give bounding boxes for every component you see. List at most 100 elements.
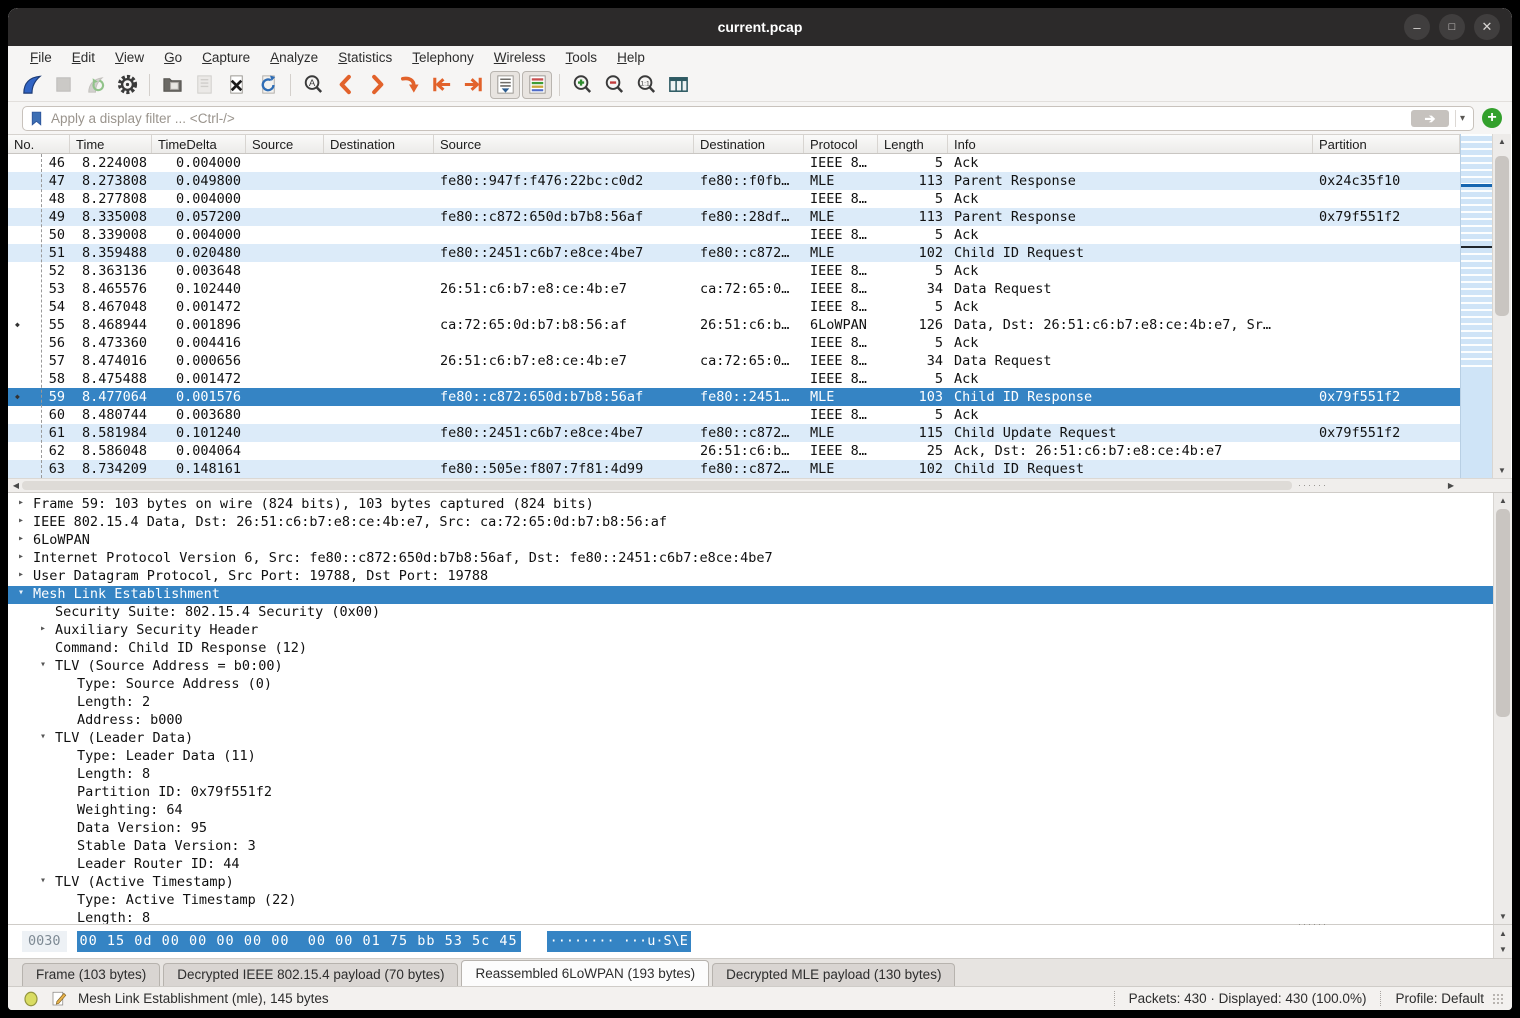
packet-row[interactable]: 538.4655760.10244026:51:c6:b7:e8:ce:4b:e… (8, 280, 1460, 298)
find-packet-icon[interactable]: A (298, 71, 328, 99)
detail-line[interactable]: Type: Source Address (0) (8, 676, 1493, 694)
scrollbar-thumb[interactable] (1495, 156, 1509, 316)
detail-line[interactable]: ▸User Datagram Protocol, Src Port: 19788… (8, 568, 1493, 586)
menu-tools[interactable]: Tools (556, 49, 608, 66)
packet-row[interactable]: 508.3390080.004000IEEE 8…5Ack (8, 226, 1460, 244)
column-header-timedelta-2[interactable]: TimeDelta (152, 135, 246, 153)
column-header-protocol-7[interactable]: Protocol (804, 135, 878, 153)
detail-line[interactable]: ▸6LoWPAN (8, 532, 1493, 550)
go-forward-icon[interactable] (362, 71, 392, 99)
minimize-icon[interactable]: – (1404, 14, 1430, 40)
detail-scrollbar[interactable]: ▲ ▼ (1493, 493, 1512, 924)
detail-line[interactable]: ▸IEEE 802.15.4 Data, Dst: 26:51:c6:b7:e8… (8, 514, 1493, 532)
scroll-up-icon[interactable]: ▲ (1494, 496, 1512, 505)
detail-line[interactable]: Length: 8 (8, 766, 1493, 784)
detail-line[interactable]: ▸Auxiliary Security Header (8, 622, 1493, 640)
bytes-tab-1[interactable]: Decrypted IEEE 802.15.4 payload (70 byte… (163, 963, 458, 986)
file-open-icon[interactable] (157, 71, 187, 99)
display-filter-box[interactable]: ➔ ▾ (22, 106, 1474, 131)
detail-line[interactable]: Weighting: 64 (8, 802, 1493, 820)
detail-line[interactable]: Type: Leader Data (11) (8, 748, 1493, 766)
column-header-info-9[interactable]: Info (948, 135, 1313, 153)
capture-restart-icon[interactable] (80, 71, 110, 99)
packet-row[interactable]: 518.3594880.020480fe80::2451:c6b7:e8ce:4… (8, 244, 1460, 262)
packet-row[interactable]: 638.7342090.148161fe80::505e:f807:7f81:4… (8, 460, 1460, 478)
packet-row[interactable]: 548.4670480.001472IEEE 8…5Ack (8, 298, 1460, 316)
column-header-no-0[interactable]: No. (8, 135, 70, 153)
detail-line[interactable]: Length: 2 (8, 694, 1493, 712)
detail-line[interactable]: Command: Child ID Response (12) (8, 640, 1493, 658)
scroll-down-icon[interactable]: ▼ (1494, 912, 1512, 921)
auto-scroll-icon[interactable] (490, 71, 520, 99)
detail-line[interactable]: Leader Router ID: 44 (8, 856, 1493, 874)
capture-stop-icon[interactable] (48, 71, 78, 99)
packet-list-hscrollbar[interactable]: ◀ ······ ▶ (8, 478, 1512, 492)
column-header-destination-4[interactable]: Destination (324, 135, 434, 153)
detail-line[interactable]: ▸Internet Protocol Version 6, Src: fe80:… (8, 550, 1493, 568)
menu-edit[interactable]: Edit (62, 49, 105, 66)
packet-row[interactable]: 608.4807440.003680IEEE 8…5Ack (8, 406, 1460, 424)
packet-row[interactable]: 528.3631360.003648IEEE 8…5Ack (8, 262, 1460, 280)
go-first-icon[interactable] (426, 71, 456, 99)
go-back-icon[interactable] (330, 71, 360, 99)
packet-list-minimap[interactable] (1460, 134, 1492, 478)
packet-row-selected[interactable]: 598.4770640.001576fe80::c872:650d:b7b8:5… (8, 388, 1460, 406)
detail-line[interactable]: Data Version: 95 (8, 820, 1493, 838)
detail-line[interactable]: Length: 8 (8, 910, 1493, 924)
pane-splitter-grip[interactable]: ······ (1298, 480, 1328, 490)
packet-bytes-pane[interactable]: 003000 15 0d 00 00 00 00 00 00 00 01 75 … (8, 924, 1512, 958)
hex-row[interactable]: 003000 15 0d 00 00 00 00 00 00 00 01 75 … (8, 925, 691, 958)
expanded-arrow-icon[interactable]: ▾ (18, 587, 24, 598)
detail-line[interactable]: Security Suite: 802.15.4 Security (0x00) (8, 604, 1493, 622)
scroll-up-icon[interactable]: ▲ (1494, 929, 1512, 938)
bytes-tab-3[interactable]: Decrypted MLE payload (130 bytes) (712, 963, 955, 986)
file-close-icon[interactable] (221, 71, 251, 99)
collapsed-arrow-icon[interactable]: ▸ (40, 623, 46, 634)
menu-view[interactable]: View (105, 49, 154, 66)
packet-row[interactable]: 578.4740160.00065626:51:c6:b7:e8:ce:4b:e… (8, 352, 1460, 370)
go-to-packet-icon[interactable] (394, 71, 424, 99)
detail-line-selected[interactable]: ▾Mesh Link Establishment (8, 586, 1493, 604)
hex-ascii-selected[interactable]: ········ ···u·S\E (547, 931, 691, 952)
scroll-left-icon[interactable]: ◀ (11, 481, 21, 490)
menu-go[interactable]: Go (154, 49, 192, 66)
packet-row[interactable]: 568.4733600.004416IEEE 8…5Ack (8, 334, 1460, 352)
column-header-source-3[interactable]: Source (246, 135, 324, 153)
detail-line[interactable]: Partition ID: 0x79f551f2 (8, 784, 1493, 802)
packet-row[interactable]: 558.4689440.001896ca:72:65:0d:b7:b8:56:a… (8, 316, 1460, 334)
bookmark-icon[interactable] (28, 110, 45, 127)
zoom-in-icon[interactable] (567, 71, 597, 99)
pane-splitter-grip[interactable]: ······ (1298, 919, 1328, 929)
zoom-out-icon[interactable] (599, 71, 629, 99)
column-header-length-8[interactable]: Length (878, 135, 948, 153)
title-bar[interactable]: current.pcap – □ ✕ (8, 8, 1512, 46)
column-header-time-1[interactable]: Time (70, 135, 152, 153)
menu-statistics[interactable]: Statistics (328, 49, 402, 66)
menu-wireless[interactable]: Wireless (484, 49, 556, 66)
capture-comment-icon[interactable] (50, 990, 68, 1008)
scrollbar-thumb[interactable] (1496, 509, 1510, 717)
detail-line[interactable]: ▸Frame 59: 103 bytes on wire (824 bits),… (8, 496, 1493, 514)
colorize-icon[interactable] (522, 71, 552, 99)
packet-row[interactable]: 468.2240080.004000IEEE 8…5Ack (8, 154, 1460, 172)
expanded-arrow-icon[interactable]: ▾ (40, 731, 46, 742)
detail-line[interactable]: Stable Data Version: 3 (8, 838, 1493, 856)
menu-analyze[interactable]: Analyze (260, 49, 328, 66)
scroll-right-icon[interactable]: ▶ (1446, 481, 1456, 490)
packet-row[interactable]: 498.3350080.057200fe80::c872:650d:b7b8:5… (8, 208, 1460, 226)
collapsed-arrow-icon[interactable]: ▸ (18, 533, 24, 544)
capture-options-icon[interactable] (112, 71, 142, 99)
expanded-arrow-icon[interactable]: ▾ (40, 659, 46, 670)
bytes-tab-0[interactable]: Frame (103 bytes) (22, 963, 160, 986)
scroll-up-icon[interactable]: ▲ (1493, 137, 1511, 146)
bytes-tab-2[interactable]: Reassembled 6LoWPAN (193 bytes) (461, 960, 709, 986)
apply-filter-icon[interactable]: ➔ (1411, 110, 1449, 127)
file-reload-icon[interactable] (253, 71, 283, 99)
packet-row[interactable]: 478.2738080.049800fe80::947f:f476:22bc:c… (8, 172, 1460, 190)
menu-help[interactable]: Help (607, 49, 655, 66)
maximize-icon[interactable]: □ (1439, 14, 1465, 40)
filter-dropdown-icon[interactable]: ▾ (1455, 110, 1469, 127)
scroll-down-icon[interactable]: ▼ (1494, 945, 1512, 954)
menu-file[interactable]: File (20, 49, 62, 66)
expanded-arrow-icon[interactable]: ▾ (40, 875, 46, 886)
